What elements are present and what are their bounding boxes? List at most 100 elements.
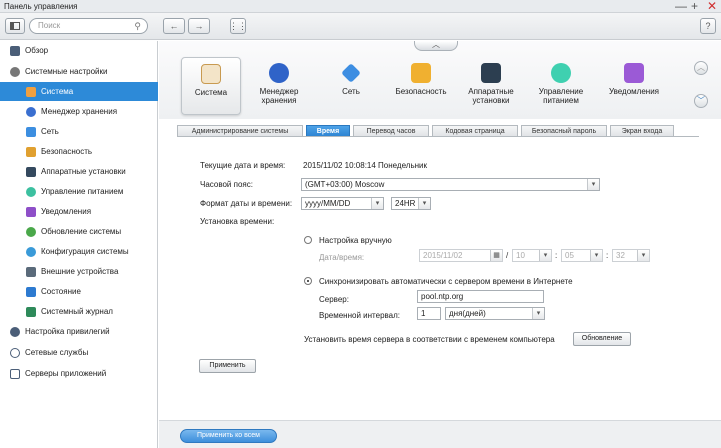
time-format-select[interactable]: 24HR ▾ [391, 197, 431, 210]
hardware-icon [26, 166, 36, 177]
second-value: 32 [616, 251, 625, 260]
window-title: Панель управления [4, 2, 78, 11]
minute-select[interactable]: 05 ▾ [561, 249, 603, 262]
sync-pc-label: Установить время сервера в соответствии … [304, 335, 555, 344]
sidebar-item-label: Менеджер хранения [41, 107, 118, 116]
category-label: Безопасность [395, 87, 447, 96]
search-icon: ⚲ [134, 21, 141, 31]
update-icon [26, 226, 36, 237]
category-storage[interactable]: Менеджер хранения [249, 57, 309, 115]
sidebar-item-label: Состояние [41, 287, 81, 296]
category-label: Аппаратные установки [468, 87, 514, 105]
sidebar-item-system-settings[interactable]: Системные настройки [0, 62, 158, 81]
chevron-up-icon: ︿ [432, 40, 440, 49]
config-icon [26, 246, 36, 257]
sidebar-item-label: Безопасность [41, 147, 93, 156]
external-device-icon [26, 266, 36, 277]
sidebar-item-label: Аппаратные установки [41, 167, 126, 176]
menu-toggle-button[interactable] [5, 18, 25, 34]
category-icon-bar: ︿ Система Менеджер хранения Сеть Безопас… [159, 41, 721, 119]
search-input[interactable]: Поиск ⚲ [29, 18, 148, 34]
sidebar-item-log[interactable]: Системный журнал [0, 302, 158, 321]
settings-icon [10, 66, 20, 77]
grid-icon: ⋮⋮ [229, 20, 247, 31]
interval-label: Временной интервал: [319, 311, 401, 320]
server-input[interactable]: pool.ntp.org [417, 290, 544, 303]
sidebar-item-label: Сетевые службы [25, 348, 89, 357]
close-icon[interactable]: ✕ [707, 0, 717, 13]
lock-icon [26, 146, 36, 157]
category-label: Сеть [342, 87, 360, 96]
power-icon [26, 186, 36, 197]
sidebar-item-power[interactable]: Управление питанием [0, 182, 158, 201]
hour-select[interactable]: 10 ▾ [512, 249, 552, 262]
help-icon: ? [705, 21, 711, 31]
chevron-down-icon: ▾ [371, 198, 383, 209]
category-security[interactable]: Безопасность [391, 57, 451, 115]
apply-all-button[interactable]: Применить ко всем [180, 429, 277, 443]
scroll-down-icon[interactable]: ﹀ [694, 94, 708, 108]
sidebar-item-security[interactable]: Безопасность [0, 142, 158, 161]
chevron-down-icon: ▾ [637, 250, 649, 261]
manual-radio[interactable] [304, 236, 312, 244]
sidebar-item-storage[interactable]: Менеджер хранения [0, 102, 158, 121]
manual-date-input[interactable]: 2015/11/02 ▦ [419, 249, 503, 262]
panel-icon [10, 22, 20, 30]
sync-radio[interactable] [304, 277, 312, 285]
notification-icon [624, 63, 644, 83]
title-bar: Панель управления — + ✕ [0, 0, 721, 13]
user-icon [10, 326, 20, 337]
interval-input[interactable]: 1 [417, 307, 441, 320]
sidebar-item-update[interactable]: Обновление системы [0, 222, 158, 241]
toolbar: Поиск ⚲ ← → ⋮⋮ ? [0, 13, 721, 40]
hardware-icon [481, 63, 501, 83]
minimize-icon[interactable]: — [675, 0, 687, 13]
interval-unit-select[interactable]: дня(дней) ▾ [445, 307, 545, 320]
forward-button[interactable]: → [188, 18, 210, 34]
category-network[interactable]: Сеть [321, 57, 381, 115]
app-server-icon [10, 368, 20, 379]
chevron-down-icon: ▾ [539, 250, 551, 261]
main-panel: ︿ Система Менеджер хранения Сеть Безопас… [159, 41, 721, 448]
back-button[interactable]: ← [163, 18, 185, 34]
scroll-up-icon[interactable]: ︿ [694, 61, 708, 75]
apply-button[interactable]: Применить [199, 359, 256, 373]
sidebar-item-network[interactable]: Сеть [0, 122, 158, 141]
sidebar-item-privileges[interactable]: Настройка привилегий [0, 322, 158, 341]
sidebar-item-app-servers[interactable]: Серверы приложений [0, 364, 158, 383]
update-button[interactable]: Обновление [573, 332, 631, 346]
timezone-label: Часовой пояс: [200, 180, 253, 189]
sidebar-item-config[interactable]: Конфигурация системы [0, 242, 158, 261]
chevron-down-icon: ▾ [532, 308, 544, 319]
sidebar-item-overview[interactable]: Обзор [0, 41, 158, 60]
hour-value: 10 [516, 251, 525, 260]
category-system[interactable]: Система [181, 57, 241, 115]
chevron-down-icon: ▾ [590, 250, 602, 261]
datetime-label: Дата/время: [319, 253, 365, 262]
help-button[interactable]: ? [700, 18, 716, 34]
date-format-select[interactable]: yyyy/MM/DD ▾ [301, 197, 384, 210]
category-notifications[interactable]: Уведомления [601, 57, 667, 115]
manual-label: Настройка вручную [319, 236, 392, 245]
time-separator-1: : [555, 251, 558, 260]
collapse-handle[interactable]: ︿ [414, 41, 458, 51]
current-datetime-value: 2015/11/02 10:08:14 Понедельник [303, 161, 427, 170]
category-hardware[interactable]: Аппаратные установки [461, 57, 521, 115]
second-select[interactable]: 32 ▾ [612, 249, 650, 262]
sidebar-item-system[interactable]: Система [0, 82, 158, 101]
category-power[interactable]: Управление питанием [531, 57, 591, 115]
maximize-icon[interactable]: + [691, 0, 698, 13]
sidebar-item-external[interactable]: Внешние устройства [0, 262, 158, 281]
sidebar-item-notifications[interactable]: Уведомления [0, 202, 158, 221]
time-format-value: 24HR [395, 199, 416, 208]
sidebar-item-label: Конфигурация системы [41, 247, 129, 256]
notification-icon [26, 206, 36, 217]
sidebar-item-status[interactable]: Состояние [0, 282, 158, 301]
timezone-select[interactable]: (GMT+03:00) Moscow ▾ [301, 178, 600, 191]
set-time-label: Установка времени: [200, 217, 275, 226]
sidebar-item-label: Система [41, 87, 74, 96]
sidebar-item-network-services[interactable]: Сетевые службы [0, 343, 158, 362]
sidebar-item-label: Обновление системы [41, 227, 122, 236]
sidebar-item-hardware[interactable]: Аппаратные установки [0, 162, 158, 181]
apps-button[interactable]: ⋮⋮ [229, 18, 247, 34]
